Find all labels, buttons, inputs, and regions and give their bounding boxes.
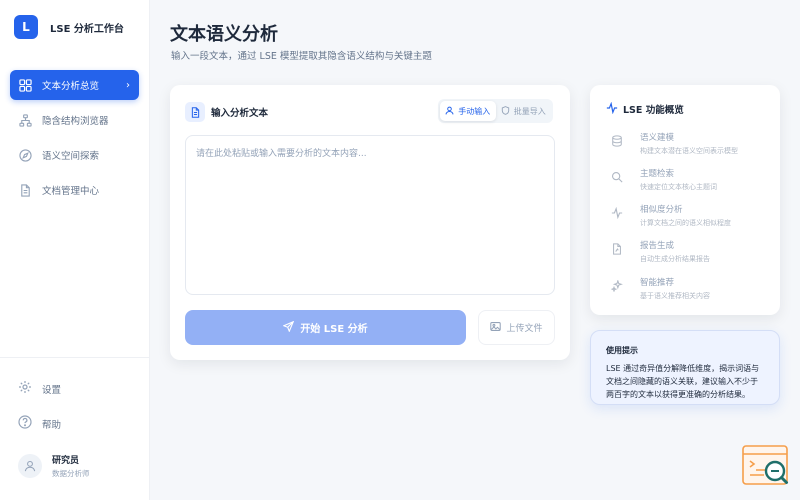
brand[interactable]: L LSE 分析工作台 xyxy=(14,15,124,39)
tab-manual-input[interactable]: 手动输入 xyxy=(440,101,496,121)
user-profile[interactable]: 研究员 数据分析师 xyxy=(18,453,90,479)
feature-desc: 计算文档之间的语义相似程度 xyxy=(640,219,731,227)
shield-icon xyxy=(501,105,510,117)
send-icon xyxy=(282,320,295,335)
document-icon xyxy=(185,102,205,122)
help-label: 帮助 xyxy=(42,419,62,431)
nav-item-label: 文本分析总览 xyxy=(42,81,100,92)
settings-label: 设置 xyxy=(42,384,62,396)
main-nav: 文本分析总览 › 隐含结构浏览器 语义空间探索 文档管理中心 xyxy=(10,70,139,210)
activity-icon xyxy=(606,99,618,118)
feature-name: 相似度分析 xyxy=(640,205,683,215)
upload-file-button[interactable]: 上传文件 xyxy=(478,310,555,345)
app-logo: L xyxy=(14,15,38,39)
user-name: 研究员 xyxy=(52,456,80,466)
chevron-right-icon: › xyxy=(126,79,130,91)
image-icon xyxy=(490,321,502,335)
input-card: 输入分析文本 手动输入 批量导入 开始 LSE 分析 上传文件 xyxy=(170,85,570,360)
person-icon xyxy=(445,106,454,117)
hierarchy-icon xyxy=(18,113,32,127)
gear-icon xyxy=(18,380,32,397)
activity-icon xyxy=(610,206,624,220)
settings-link[interactable]: 设置 xyxy=(18,380,61,397)
start-analysis-label: 开始 LSE 分析 xyxy=(300,324,368,335)
tab-label: 手动输入 xyxy=(458,106,491,116)
nav-item-semantic[interactable]: 语义空间探索 xyxy=(10,140,139,170)
feature-item: 主题检索 快速定位文本核心主题词 xyxy=(610,167,717,192)
search-icon xyxy=(610,170,624,184)
compass-icon xyxy=(18,148,32,162)
file-icon xyxy=(610,242,624,256)
nav-item-structure[interactable]: 隐含结构浏览器 xyxy=(10,105,139,135)
user-role: 数据分析师 xyxy=(52,469,90,478)
dashboard-icon xyxy=(18,78,32,92)
feature-desc: 自动生成分析结果报告 xyxy=(640,255,710,263)
floating-search-widget[interactable] xyxy=(742,445,790,487)
page-subtitle: 输入一段文本，通过 LSE 模型提取其隐含语义结构与关键主题 xyxy=(171,51,432,62)
database-icon xyxy=(610,134,624,148)
help-link[interactable]: 帮助 xyxy=(18,415,61,432)
input-card-header: 输入分析文本 xyxy=(185,102,268,122)
app-name: LSE 分析工作台 xyxy=(50,23,124,35)
help-icon xyxy=(18,415,32,432)
input-card-title: 输入分析文本 xyxy=(211,108,269,119)
feature-desc: 基于语义推荐相关内容 xyxy=(640,292,710,300)
nav-item-overview[interactable]: 文本分析总览 › xyxy=(10,70,139,100)
code-search-icon xyxy=(742,445,788,485)
input-mode-toggle: 手动输入 批量导入 xyxy=(438,99,553,123)
sidebar: L LSE 分析工作台 文本分析总览 › 隐含结构浏览器 语义空间探索 文档管理… xyxy=(0,0,150,500)
document-icon xyxy=(18,183,32,197)
feature-name: 主题检索 xyxy=(640,169,675,179)
feature-item: 语义建模 构建文本潜在语义空间表示模型 xyxy=(610,131,738,156)
feature-item: 智能推荐 基于语义推荐相关内容 xyxy=(610,276,710,301)
feature-panel-title: LSE 功能概览 xyxy=(623,104,684,116)
feature-desc: 快速定位文本核心主题词 xyxy=(640,183,717,191)
avatar xyxy=(18,454,42,478)
tip-title: 使用提示 xyxy=(606,346,638,355)
feature-desc: 构建文本潜在语义空间表示模型 xyxy=(640,147,738,155)
tip-body: LSE 通过奇异值分解降低维度，揭示词语与文档之间隐藏的语义关联，建议输入不少于… xyxy=(606,364,760,399)
feature-panel: LSE 功能概览 语义建模 构建文本潜在语义空间表示模型 主题检索 快速定位文本… xyxy=(590,85,780,315)
page-title: 文本语义分析 xyxy=(170,24,278,45)
nav-item-label: 文档管理中心 xyxy=(42,186,100,197)
tab-label: 批量导入 xyxy=(513,106,546,116)
tip-card: 使用提示 LSE 通过奇异值分解降低维度，揭示词语与文档之间隐藏的语义关联，建议… xyxy=(590,330,780,405)
sidebar-divider xyxy=(0,357,149,358)
nav-item-documents[interactable]: 文档管理中心 xyxy=(10,175,139,205)
upload-file-label: 上传文件 xyxy=(506,324,543,334)
user-icon xyxy=(24,460,36,472)
analysis-text-input[interactable] xyxy=(185,135,555,295)
start-analysis-button[interactable]: 开始 LSE 分析 xyxy=(185,310,466,345)
feature-name: 报告生成 xyxy=(640,241,675,251)
nav-item-label: 隐含结构浏览器 xyxy=(42,116,109,127)
feature-name: 语义建模 xyxy=(640,133,675,143)
feature-panel-header: LSE 功能概览 xyxy=(606,99,684,118)
feature-item: 相似度分析 计算文档之间的语义相似程度 xyxy=(610,203,731,228)
nav-item-label: 语义空间探索 xyxy=(42,151,100,162)
feature-name: 智能推荐 xyxy=(640,278,675,288)
tab-batch-import[interactable]: 批量导入 xyxy=(496,101,552,121)
feature-item: 报告生成 自动生成分析结果报告 xyxy=(610,239,710,264)
sparkle-icon xyxy=(610,279,624,293)
